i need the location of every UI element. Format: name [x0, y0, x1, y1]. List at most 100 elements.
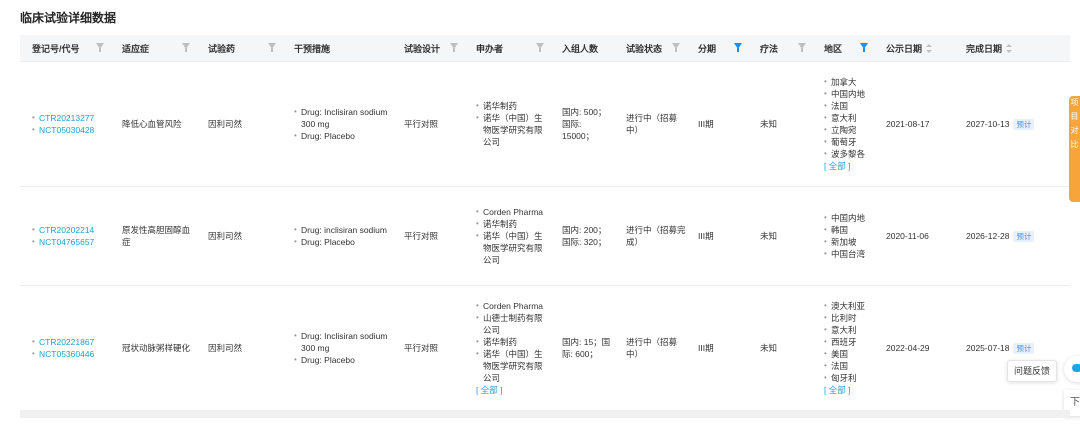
region-item: 法国	[824, 100, 874, 112]
reg-id-link[interactable]: NCT04765657	[32, 236, 110, 248]
filter-icon[interactable]	[536, 43, 544, 52]
reg-id-link[interactable]: CTR20221867	[32, 336, 110, 348]
cell-therapy: 未知	[748, 61, 812, 187]
reg-id-list: CTR20202214NCT04765657	[32, 224, 110, 248]
sponsor-item: 诺华（中国）生物医学研究有限公司	[476, 112, 550, 148]
column-header-label: 分期	[698, 43, 717, 54]
column-header-label: 试验状态	[626, 43, 663, 54]
region-list: 加拿大中国内地法国意大利立陶宛葡萄牙波多黎各	[824, 76, 874, 160]
reg-id-link[interactable]: NCT05360446	[32, 348, 110, 360]
region-list: 澳大利亚比利时意大利西班牙美国法国匈牙利	[824, 300, 874, 384]
cell-indication: 冠状动脉粥样硬化	[110, 285, 196, 410]
cell-design: 平行对照	[392, 285, 464, 410]
intervention-list: Drug: Inclisiran sodium 300 mgDrug: Plac…	[294, 330, 392, 366]
side-compare-tab[interactable]: 项目对比	[1069, 96, 1080, 202]
cell-publish-date: 2021-08-17	[874, 61, 954, 187]
table-body: CTR20213277NCT05030428降低心血管风险因利司然 Drug: I…	[20, 61, 1070, 410]
feedback-button[interactable]: 问题反馈	[1007, 360, 1057, 382]
sponsor-show-all-link[interactable]: [ 全部 ]	[476, 385, 502, 395]
filter-icon[interactable]	[798, 43, 806, 52]
cell-enrollment: 国内: 15；国际: 600；	[550, 285, 614, 410]
sort-icon[interactable]	[1006, 44, 1013, 54]
sponsor-item: 诺华制药	[476, 218, 550, 230]
horizontal-scrollbar[interactable]	[20, 410, 1070, 418]
column-header-label: 入组人数	[562, 43, 599, 54]
cell-design: 平行对照	[392, 61, 464, 187]
cell-complete-date: 2026-12-28 预计	[954, 186, 1070, 286]
region-item: 意大利	[824, 324, 874, 336]
region-item: 加拿大	[824, 76, 874, 88]
column-header-label: 申办者	[476, 43, 504, 54]
filter-icon[interactable]	[672, 43, 680, 52]
column-header-label: 完成日期	[966, 43, 1003, 54]
column-header-complete_date[interactable]: 完成日期	[954, 35, 1070, 62]
column-header-reg_no[interactable]: 登记号/代号	[20, 35, 110, 62]
sponsor-item: 诺华制药	[476, 336, 550, 348]
filter-icon[interactable]	[182, 43, 190, 52]
column-header-region[interactable]: 地区	[812, 35, 874, 62]
region-show-all-link[interactable]: [ 全部 ]	[824, 161, 850, 171]
trial-table: 登记号/代号 适应症 试验药 干预措施 试验设计 申办者 入组人数 试验状态 分期 疗法 地区 公示日…	[20, 35, 1070, 410]
column-header-label: 疗法	[760, 43, 779, 54]
region-item: 新加坡	[824, 236, 874, 248]
cell-indication: 降低心血管风险	[110, 61, 196, 187]
table-row: CTR20221867NCT05360446冠状动脉粥样硬化因利司然 Drug: …	[20, 285, 1070, 410]
filter-icon[interactable]	[268, 43, 276, 52]
column-header-label: 适应症	[122, 43, 150, 54]
region-item: 波多黎各	[824, 148, 874, 160]
complete-date-value: 2025-07-18	[966, 343, 1010, 353]
intervention-item: Drug: Inclisiran sodium 300 mg	[294, 106, 392, 130]
region-item: 澳大利亚	[824, 300, 874, 312]
column-header-sponsor[interactable]: 申办者	[464, 35, 550, 62]
column-header-therapy[interactable]: 疗法	[748, 35, 812, 62]
estimated-badge: 预计	[1013, 119, 1035, 130]
column-header-publish_date[interactable]: 公示日期	[874, 35, 954, 62]
cell-phase: III期	[686, 285, 748, 410]
region-item: 法国	[824, 360, 874, 372]
region-item: 匈牙利	[824, 372, 874, 384]
sponsor-item: Corden Pharma	[476, 300, 550, 312]
sort-icon[interactable]	[926, 44, 933, 54]
filter-icon[interactable]	[96, 43, 104, 52]
sponsor-item: 山德士制药有限公司	[476, 312, 550, 336]
estimated-badge: 预计	[1013, 343, 1035, 354]
reg-id-link[interactable]: CTR20213277	[32, 112, 110, 124]
intervention-item: Drug: Inclisiran sodium 300 mg	[294, 330, 392, 354]
cell-phase: III期	[686, 61, 748, 187]
column-header-phase[interactable]: 分期	[686, 35, 748, 62]
sponsor-list: Corden Pharma山德士制药有限公司诺华制药诺华（中国）生物医学研究有限…	[476, 300, 550, 384]
cell-indication: 原发性高胆固醇血症	[110, 186, 196, 286]
column-header-design[interactable]: 试验设计	[392, 35, 464, 62]
filter-icon[interactable]	[860, 43, 868, 52]
trial-table-container: 登记号/代号 适应症 试验药 干预措施 试验设计 申办者 入组人数 试验状态 分期 疗法 地区 公示日…	[20, 35, 1070, 410]
reg-id-link[interactable]: NCT05030428	[32, 124, 110, 136]
cell-therapy: 未知	[748, 285, 812, 410]
cell-design: 平行对照	[392, 186, 464, 286]
cell-status: 进行中（招募中）	[614, 61, 686, 187]
cell-phase: III期	[686, 186, 748, 286]
filter-icon[interactable]	[450, 43, 458, 52]
table-row: CTR20202214NCT04765657原发性高胆固醇血症因利司然 Drug:…	[20, 186, 1070, 286]
cell-reg-no: CTR20221867NCT05360446	[20, 285, 110, 410]
region-item: 西班牙	[824, 336, 874, 348]
intervention-item: Drug: Placebo	[294, 130, 392, 142]
cell-intervention: Drug: inclisiran sodiumDrug: Placebo	[282, 186, 392, 286]
cell-enrollment: 国内: 500；国际: 15000；	[550, 61, 614, 187]
cell-intervention: Drug: Inclisiran sodium 300 mgDrug: Plac…	[282, 61, 392, 187]
column-header-status[interactable]: 试验状态	[614, 35, 686, 62]
column-header-label: 登记号/代号	[32, 43, 80, 54]
cell-sponsor: Corden Pharma山德士制药有限公司诺华制药诺华（中国）生物医学研究有限…	[464, 285, 550, 410]
column-header-indication[interactable]: 适应症	[110, 35, 196, 62]
sponsor-item: 诺华（中国）生物医学研究有限公司	[476, 348, 550, 384]
cell-region: 加拿大中国内地法国意大利立陶宛葡萄牙波多黎各[ 全部 ]	[812, 61, 874, 187]
table-header-row: 登记号/代号 适应症 试验药 干预措施 试验设计 申办者 入组人数 试验状态 分期 疗法 地区 公示日…	[20, 35, 1070, 62]
cell-publish-date: 2022-04-29	[874, 285, 954, 410]
region-item: 中国内地	[824, 88, 874, 100]
intervention-list: Drug: inclisiran sodiumDrug: Placebo	[294, 224, 392, 248]
region-show-all-link[interactable]: [ 全部 ]	[824, 385, 850, 395]
column-header-label: 试验设计	[404, 43, 441, 54]
column-header-drug[interactable]: 试验药	[196, 35, 282, 62]
reg-id-link[interactable]: CTR20202214	[32, 224, 110, 236]
region-list: 中国内地韩国新加坡中国台湾	[824, 212, 874, 260]
filter-icon[interactable]	[734, 43, 742, 52]
